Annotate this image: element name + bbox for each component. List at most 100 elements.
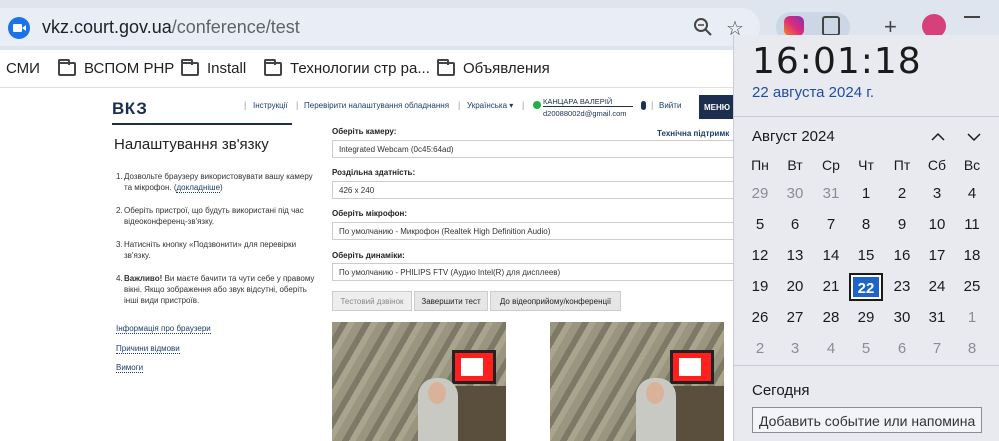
list-item: 1. Дозвольте браузеру використовувати ваш… [116, 172, 313, 193]
calendar-day[interactable]: 29 [849, 304, 883, 332]
calendar-day[interactable]: 12 [743, 242, 777, 270]
calendar-day[interactable]: 19 [743, 273, 777, 301]
folder-icon [58, 58, 76, 76]
end-test-button[interactable]: Завершити тест [414, 291, 488, 311]
nav-instructions[interactable]: Інструкції [253, 101, 288, 110]
chevron-up-icon[interactable] [930, 129, 946, 145]
calendar-day[interactable]: 21 [814, 273, 848, 301]
microphone-label: Оберіть мікрофон: [332, 209, 407, 218]
nav-language[interactable]: Українська ▾ [467, 101, 513, 110]
browser-info-link[interactable]: Інформація про браузери [116, 324, 211, 334]
clock-time: 16:01:18 [752, 41, 922, 82]
calendar-day[interactable]: 6 [778, 211, 812, 239]
refusal-reasons-link[interactable]: Причини відмови [116, 344, 180, 354]
window-minimize-icon[interactable] [964, 16, 980, 18]
nav-separator: | [651, 100, 654, 110]
calendar-day[interactable]: 3 [920, 180, 954, 208]
folder-icon [264, 58, 282, 76]
calendar-day[interactable]: 16 [885, 242, 919, 270]
calendar-day-today[interactable]: 22 [849, 273, 883, 301]
calendar-day[interactable]: 1 [849, 180, 883, 208]
nav-check-settings[interactable]: Перевірити налаштування обладнання [304, 101, 449, 110]
url-text[interactable]: vkz.court.gov.ua/conference/test [42, 17, 300, 38]
weekday-label: Ср [822, 157, 840, 173]
bookmark-smi[interactable]: СМИ [6, 60, 40, 77]
calendar-day[interactable]: 5 [743, 211, 777, 239]
weekday-label: Пн [751, 157, 769, 173]
menu-button[interactable]: МЕНЮ [699, 95, 735, 119]
calendar-day[interactable]: 24 [920, 273, 954, 301]
requirements-link[interactable]: Вимоги [116, 363, 144, 373]
calendar-day[interactable]: 29 [743, 180, 777, 208]
calendar-day[interactable]: 14 [814, 242, 848, 270]
calendar-day[interactable]: 7 [920, 335, 954, 363]
address-bar[interactable]: vkz.court.gov.ua/conference/test ☆ [0, 8, 760, 46]
instagram-extension-icon[interactable] [784, 16, 804, 36]
online-status-icon [533, 101, 541, 109]
calendar-day[interactable]: 9 [885, 211, 919, 239]
weekday-label: Вт [787, 157, 803, 173]
calendar-day[interactable]: 1 [955, 304, 989, 332]
calendar-day[interactable]: 20 [778, 273, 812, 301]
calendar-day[interactable]: 23 [885, 273, 919, 301]
chevron-down-icon[interactable] [966, 129, 982, 145]
bookmark-folder-install[interactable]: Install [181, 58, 246, 77]
microphone-select[interactable]: По умолчанию - Микрофон (Realtek High De… [332, 222, 742, 240]
calendar-day[interactable]: 2 [743, 335, 777, 363]
tv-in-video [452, 350, 496, 384]
calendar-day[interactable]: 18 [955, 242, 989, 270]
calendar-flyout: 16:01:18 22 августа 2024 г. Август 2024 … [733, 35, 999, 441]
calendar-day[interactable]: 6 [885, 335, 919, 363]
zoom-icon[interactable] [692, 16, 714, 38]
calendar-day[interactable]: 4 [955, 180, 989, 208]
calendar-day[interactable]: 25 [955, 273, 989, 301]
calendar-day[interactable]: 8 [849, 211, 883, 239]
resolution-select[interactable]: 426 x 240 [332, 181, 742, 199]
calendar-day[interactable]: 30 [885, 304, 919, 332]
calendar-day[interactable]: 17 [920, 242, 954, 270]
speaker-select[interactable]: По умолчанию - PHILIPS FTV (Аудио Intel(… [332, 263, 742, 281]
resolution-label: Роздільна здатність: [332, 168, 416, 177]
bookmark-folder-vspom[interactable]: ВСПОМ PHP [58, 58, 174, 77]
user-underline [543, 106, 633, 107]
instructions-list: 1. Дозвольте браузеру використовувати ваш… [116, 171, 316, 318]
calendar-day[interactable]: 5 [849, 335, 883, 363]
calendar-day[interactable]: 10 [920, 211, 954, 239]
calendar-day[interactable]: 4 [814, 335, 848, 363]
calendar-day[interactable]: 11 [955, 211, 989, 239]
calendar-day[interactable]: 31 [814, 180, 848, 208]
bookmark-folder-ads[interactable]: Объявления [437, 58, 550, 77]
weekday-label: Пт [893, 157, 911, 173]
camera-label: Оберіть камеру: [332, 127, 397, 136]
test-call-button[interactable]: Тестовий дзвінок [332, 291, 412, 311]
clock-date[interactable]: 22 августа 2024 г. [752, 84, 874, 101]
calendar-day[interactable]: 8 [955, 335, 989, 363]
calendar-month-title[interactable]: Август 2024 [752, 128, 835, 145]
calendar-day[interactable]: 15 [849, 242, 883, 270]
local-video-preview [332, 322, 506, 441]
bookmark-folder-tech[interactable]: Технологии стр ра... [264, 58, 430, 77]
today-label: Сегодня [752, 382, 810, 399]
calendar-day[interactable]: 3 [778, 335, 812, 363]
nav-separator: | [522, 100, 525, 110]
calendar-day[interactable]: 30 [778, 180, 812, 208]
calendar-day[interactable]: 13 [778, 242, 812, 270]
weekday-label: Вс [963, 157, 981, 173]
add-event-input[interactable]: Добавить событие или напомина [752, 407, 982, 433]
to-conference-button[interactable]: До відеоприйому/конференції [490, 291, 621, 311]
tech-support-link[interactable]: Технічна підтримк [657, 129, 729, 138]
clipboard-extension-icon[interactable] [822, 16, 840, 36]
nav-logout[interactable]: Вийти [659, 101, 681, 110]
site-logo[interactable]: ВКЗ [112, 99, 147, 119]
calendar-day[interactable]: 2 [885, 180, 919, 208]
calendar-day[interactable]: 31 [920, 304, 954, 332]
calendar-day[interactable]: 7 [814, 211, 848, 239]
calendar-day[interactable]: 26 [743, 304, 777, 332]
user-name[interactable]: КАНЦАРА ВАЛЕРІЙ [543, 97, 612, 106]
camera-select[interactable]: Integrated Webcam (0c45:64ad) [332, 140, 742, 158]
nav-separator: | [458, 100, 461, 110]
more-details-link[interactable]: докладніше [176, 183, 221, 193]
calendar-day[interactable]: 28 [814, 304, 848, 332]
calendar-day[interactable]: 27 [778, 304, 812, 332]
tv-in-video [670, 350, 714, 384]
